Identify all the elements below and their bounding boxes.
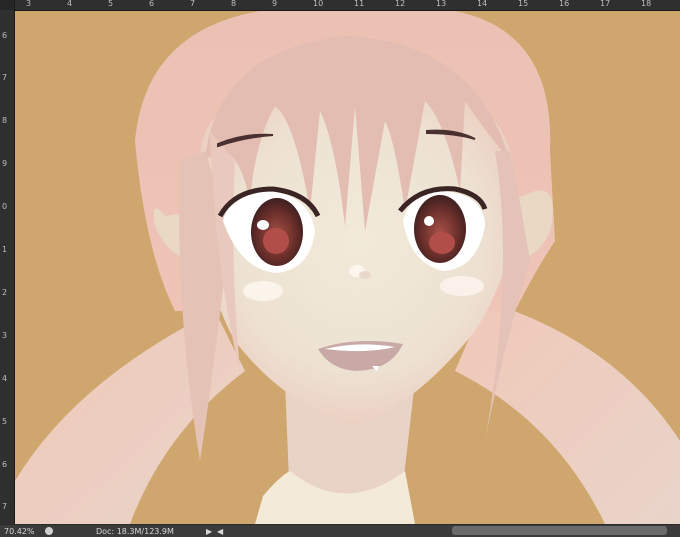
ruler-tick-label: 5 [2, 417, 8, 426]
ruler-tick-label: 3 [2, 331, 8, 340]
scroll-left-icon[interactable]: ◀ [217, 525, 223, 537]
ruler-tick-label: 7 [2, 502, 8, 511]
ruler-tick-label: 6 [2, 460, 8, 469]
ruler-tick-label: 14 [477, 0, 488, 8]
ruler-tick-label: 8 [2, 116, 8, 125]
ruler-tick-label: 12 [395, 0, 406, 8]
ruler-tick-label: 7 [190, 0, 196, 8]
document-canvas[interactable] [15, 11, 680, 524]
ruler-tick-label: 15 [518, 0, 529, 8]
ruler-tick-label: 0 [2, 202, 8, 211]
ruler-tick-label: 8 [231, 0, 237, 8]
ruler-tick-label: 17 [600, 0, 611, 8]
ruler-tick-label: 5 [108, 0, 114, 8]
ruler-tick-label: 18 [641, 0, 652, 8]
horizontal-scrollbar[interactable] [452, 526, 667, 535]
ruler-tick-label: 7 [2, 73, 8, 82]
ruler-tick-label: 13 [436, 0, 447, 8]
ruler-tick-label: 6 [149, 0, 155, 8]
zoom-level[interactable]: 70.42% [4, 525, 35, 537]
ruler-tick-label: 16 [559, 0, 570, 8]
left-ruler[interactable]: 6 7 8 9 0 1 2 3 4 5 6 7 [0, 0, 15, 524]
ruler-tick-label: 10 [313, 0, 324, 8]
ruler-tick-label: 9 [272, 0, 278, 8]
ruler-tick-label: 9 [2, 159, 8, 168]
ruler-tick-label: 3 [26, 0, 32, 8]
document-size-info: Doc: 18.3M/123.9M [96, 527, 174, 536]
status-menu-arrow-icon[interactable]: ▶ [206, 525, 212, 537]
photoshop-document-window: 3 4 5 6 7 8 9 10 11 12 13 14 15 16 17 18… [0, 0, 680, 537]
ruler-tick-label: 4 [67, 0, 73, 8]
ruler-tick-label: 1 [2, 245, 8, 254]
anime-girl-illustration [15, 11, 680, 524]
info-icon[interactable] [45, 527, 53, 535]
top-ruler[interactable]: 3 4 5 6 7 8 9 10 11 12 13 14 15 16 17 18 [14, 0, 680, 11]
ruler-tick-label: 4 [2, 374, 8, 383]
ruler-tick-label: 6 [2, 31, 8, 40]
ruler-tick-label: 2 [2, 288, 8, 297]
left-cheek-highlight [243, 281, 283, 301]
status-bar: 70.42% Doc: 18.3M/123.9M ▶ ◀ [0, 524, 680, 537]
ruler-corner [0, 0, 14, 10]
right-cheek-highlight [440, 276, 484, 296]
ruler-tick-label: 11 [354, 0, 365, 8]
